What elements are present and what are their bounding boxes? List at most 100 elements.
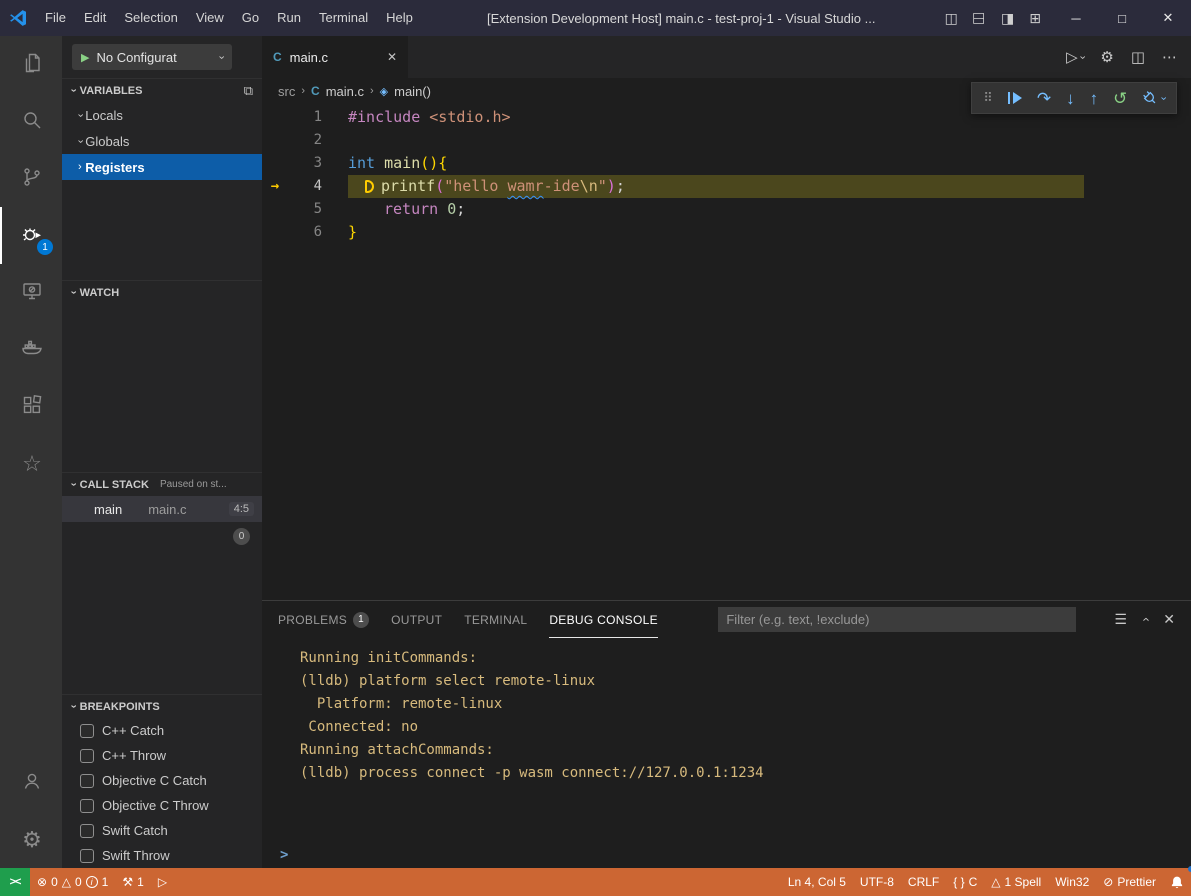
customize-layout-icon[interactable]: ⊞ bbox=[1029, 10, 1041, 27]
encoding-selector[interactable]: UTF-8 bbox=[853, 868, 901, 896]
cursor-position[interactable]: Ln 4, Col 5 bbox=[781, 868, 853, 896]
checkbox[interactable] bbox=[80, 724, 94, 738]
maximize-panel-icon[interactable]: › bbox=[1139, 617, 1152, 621]
problems-status[interactable]: ⊗0 △0 i1 bbox=[30, 868, 115, 896]
start-debug-icon[interactable]: ▶ bbox=[81, 51, 89, 64]
code-line[interactable]: 6 } bbox=[262, 221, 1191, 244]
gutter-glyph[interactable] bbox=[262, 221, 288, 244]
activity-explorer[interactable] bbox=[0, 36, 62, 93]
settings-gear-icon[interactable]: ⚙ bbox=[1100, 48, 1113, 66]
step-over-button[interactable]: ↷ bbox=[1037, 90, 1051, 107]
breakpoint-cpp-catch[interactable]: C++ Catch bbox=[62, 718, 262, 743]
activity-source-control[interactable] bbox=[0, 150, 62, 207]
toggle-sidebar-icon[interactable]: ◫ bbox=[945, 10, 958, 27]
language-selector[interactable]: { }C bbox=[946, 868, 984, 896]
tab-main-c[interactable]: C main.c ✕ bbox=[262, 36, 408, 78]
activity-search[interactable] bbox=[0, 93, 62, 150]
restart-button[interactable]: ↺ bbox=[1113, 90, 1127, 107]
breadcrumb-file[interactable]: main.c bbox=[326, 84, 364, 99]
checkbox[interactable] bbox=[80, 799, 94, 813]
breakpoint-swift-throw[interactable]: Swift Throw bbox=[62, 843, 262, 868]
more-actions-icon[interactable]: ⋯ bbox=[1162, 48, 1177, 66]
menu-selection[interactable]: Selection bbox=[115, 0, 186, 36]
split-editor-icon[interactable]: ◫ bbox=[1131, 48, 1145, 66]
prettier-status[interactable]: ⊘Prettier bbox=[1096, 868, 1163, 896]
code-editor[interactable]: 1 #include <stdio.h> 2 3 int main(){ → 4… bbox=[262, 104, 1191, 600]
current-line-arrow-icon[interactable]: → bbox=[262, 175, 288, 198]
copy-icon[interactable]: ⧉ bbox=[244, 83, 253, 99]
activity-favorites[interactable]: ☆ bbox=[0, 435, 62, 492]
minimize-button[interactable]: ─ bbox=[1053, 0, 1099, 36]
run-file-button[interactable]: ▷› bbox=[1066, 48, 1083, 66]
spell-checker-status[interactable]: △1 Spell bbox=[984, 868, 1048, 896]
tab-output[interactable]: OUTPUT bbox=[391, 601, 442, 638]
variables-item-registers[interactable]: › Registers bbox=[62, 154, 262, 180]
checkbox[interactable] bbox=[80, 824, 94, 838]
toggle-secondary-sidebar-icon[interactable]: ◨ bbox=[1001, 10, 1014, 27]
menu-go[interactable]: Go bbox=[233, 0, 268, 36]
tab-close-icon[interactable]: ✕ bbox=[387, 50, 397, 64]
breadcrumb-folder[interactable]: src bbox=[278, 84, 295, 99]
tab-terminal[interactable]: TERMINAL bbox=[464, 601, 527, 638]
gutter-glyph[interactable] bbox=[262, 198, 288, 221]
menu-view[interactable]: View bbox=[187, 0, 233, 36]
eol-selector[interactable]: CRLF bbox=[901, 868, 946, 896]
stack-frame-row[interactable]: main main.c 4:5 bbox=[62, 496, 262, 522]
activity-extensions[interactable] bbox=[0, 378, 62, 435]
activity-accounts[interactable] bbox=[0, 754, 62, 811]
close-button[interactable]: ✕ bbox=[1145, 0, 1191, 36]
menu-run[interactable]: Run bbox=[268, 0, 310, 36]
breakpoints-section-header[interactable]: › BREAKPOINTS bbox=[62, 694, 262, 718]
checkbox[interactable] bbox=[80, 749, 94, 763]
code-line[interactable]: 3 int main(){ bbox=[262, 152, 1191, 175]
debug-status[interactable]: ▷ bbox=[151, 868, 174, 896]
remote-indicator[interactable]: >< bbox=[0, 868, 30, 896]
inline-breakpoint-icon[interactable] bbox=[365, 180, 374, 193]
activity-remote-explorer[interactable] bbox=[0, 264, 62, 321]
console-filter-input[interactable] bbox=[718, 607, 1076, 632]
debug-console-output[interactable]: Running initCommands: (lldb) platform se… bbox=[262, 638, 1191, 868]
continue-button[interactable] bbox=[1008, 92, 1022, 104]
menu-file[interactable]: File bbox=[36, 0, 75, 36]
breakpoint-objc-catch[interactable]: Objective C Catch bbox=[62, 768, 262, 793]
activity-docker[interactable] bbox=[0, 321, 62, 378]
tab-problems[interactable]: PROBLEMS1 bbox=[278, 601, 369, 638]
menu-edit[interactable]: Edit bbox=[75, 0, 115, 36]
platform-status[interactable]: Win32 bbox=[1048, 868, 1096, 896]
code-line[interactable]: 5 return 0; bbox=[262, 198, 1191, 221]
launch-config-dropdown[interactable]: ▶ No Configurat › bbox=[72, 44, 232, 70]
gutter-glyph[interactable] bbox=[262, 152, 288, 175]
variables-item-globals[interactable]: › Globals bbox=[62, 128, 262, 154]
disconnect-button[interactable]: › bbox=[1142, 90, 1165, 106]
menu-terminal[interactable]: Terminal bbox=[310, 0, 377, 36]
toggle-panel-icon[interactable]: ◫ bbox=[971, 11, 988, 24]
activity-settings[interactable]: ⚙ bbox=[0, 811, 62, 868]
gutter-glyph[interactable] bbox=[262, 106, 288, 129]
close-panel-icon[interactable]: ✕ bbox=[1163, 611, 1175, 628]
variables-item-locals[interactable]: › Locals bbox=[62, 102, 262, 128]
breakpoint-objc-throw[interactable]: Objective C Throw bbox=[62, 793, 262, 818]
filter-menu-icon[interactable]: ☰ bbox=[1114, 611, 1127, 628]
menu-help[interactable]: Help bbox=[377, 0, 422, 36]
gutter-glyph[interactable] bbox=[262, 129, 288, 152]
activity-run-debug[interactable]: 1 bbox=[0, 207, 62, 264]
watch-section-header[interactable]: › WATCH bbox=[62, 280, 262, 304]
code-line-current[interactable]: → 4 printf("hello wamr-ide\n"); bbox=[262, 175, 1191, 198]
step-out-button[interactable]: ↑ bbox=[1090, 90, 1099, 107]
notifications-bell[interactable] bbox=[1163, 868, 1191, 896]
code-line[interactable]: 2 bbox=[262, 129, 1191, 152]
console-prompt-icon[interactable]: > bbox=[280, 847, 288, 863]
tools-status[interactable]: ⚒1 bbox=[115, 868, 150, 896]
maximize-button[interactable]: □ bbox=[1099, 0, 1145, 36]
breadcrumb-symbol[interactable]: main() bbox=[394, 84, 431, 99]
activity-bar: 1 ☆ ⚙ bbox=[0, 36, 62, 868]
variables-section-header[interactable]: › VARIABLES ⧉ bbox=[62, 78, 262, 102]
breakpoint-swift-catch[interactable]: Swift Catch bbox=[62, 818, 262, 843]
callstack-section-header[interactable]: › CALL STACK Paused on st... bbox=[62, 472, 262, 496]
tab-debug-console[interactable]: DEBUG CONSOLE bbox=[549, 601, 658, 638]
drag-grip-icon[interactable]: ⠿ bbox=[983, 90, 993, 106]
step-into-button[interactable]: ↓ bbox=[1066, 90, 1075, 107]
checkbox[interactable] bbox=[80, 774, 94, 788]
breakpoint-cpp-throw[interactable]: C++ Throw bbox=[62, 743, 262, 768]
checkbox[interactable] bbox=[80, 849, 94, 863]
